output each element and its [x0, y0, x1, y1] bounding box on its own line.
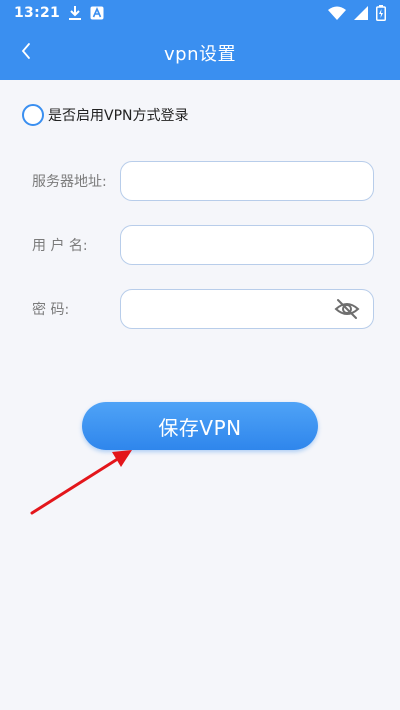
username-input[interactable]: [120, 225, 374, 265]
battery-icon: [376, 5, 386, 21]
chevron-left-icon: [20, 42, 32, 64]
username-label: 用 户 名:: [32, 238, 88, 254]
signal-icon: [354, 6, 368, 20]
password-row: 密 码:: [32, 289, 374, 329]
status-time: 13:21: [14, 5, 61, 21]
eye-off-icon[interactable]: [334, 296, 360, 322]
username-row: 用 户 名:: [32, 225, 374, 265]
server-address-row: 服务器地址:: [32, 161, 374, 201]
vpn-login-checkbox[interactable]: 是否启用VPN方式登录: [22, 103, 189, 127]
vpn-login-label: 是否启用VPN方式登录: [48, 108, 189, 124]
password-label: 密 码:: [32, 302, 70, 318]
status-bar: 13:21: [0, 0, 400, 26]
wifi-icon: [328, 6, 346, 20]
app-header: vpn设置: [0, 26, 400, 80]
vpn-settings-screen: 13:21 vpn设置 是否启用VPN方式登录 服务器地址: 用 户 名: 密 …: [0, 0, 400, 710]
page-title: vpn设置: [164, 44, 236, 65]
a-notification-icon: [90, 6, 104, 20]
download-icon: [68, 5, 82, 21]
server-address-input[interactable]: [120, 161, 374, 201]
radio-circle-icon[interactable]: [22, 104, 44, 126]
back-button[interactable]: [12, 36, 40, 70]
server-address-label: 服务器地址:: [32, 174, 107, 190]
save-vpn-button[interactable]: 保存VPN: [82, 402, 318, 450]
